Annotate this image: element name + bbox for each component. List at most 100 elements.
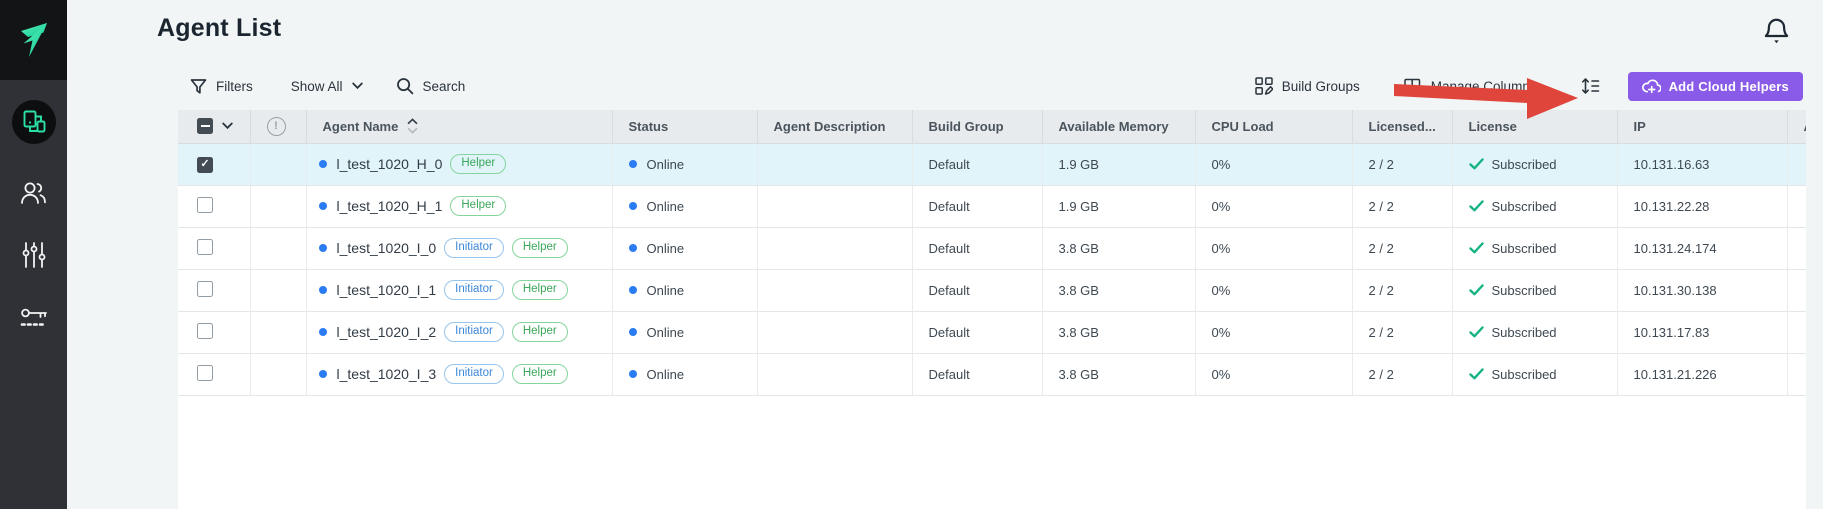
- agent-description: [757, 185, 912, 227]
- toolbar-left: Filters Show All Search: [190, 71, 465, 101]
- column-header-status: Status: [612, 110, 757, 143]
- row-checkbox[interactable]: [197, 197, 213, 213]
- agent-description: [757, 269, 912, 311]
- ip-address: 10.131.17.83: [1617, 311, 1787, 353]
- ip-address: 10.131.30.138: [1617, 269, 1787, 311]
- license-check-icon: [1469, 200, 1484, 212]
- agent-table: ! Agent Name Status Agent Description: [178, 110, 1806, 509]
- select-all-checkbox[interactable]: [197, 118, 213, 134]
- chevron-down-icon: [352, 82, 363, 90]
- key-icon: [19, 305, 49, 329]
- table-row[interactable]: l_test_1020_I_3 InitiatorHelper Online D…: [178, 353, 1806, 395]
- row-height-button[interactable]: [1581, 76, 1600, 96]
- cut-cell: [1787, 143, 1806, 185]
- sort-carets-icon: [407, 118, 418, 134]
- ip-address: 10.131.21.226: [1617, 353, 1787, 395]
- cpu-load: 0%: [1195, 353, 1352, 395]
- notifications-button[interactable]: [1763, 17, 1790, 51]
- info-cell: [250, 269, 306, 311]
- agent-dot-icon: [319, 202, 327, 210]
- info-cell: [250, 143, 306, 185]
- filters-button[interactable]: Filters: [190, 78, 253, 95]
- row-checkbox[interactable]: [197, 323, 213, 339]
- ip-address: 10.131.24.174: [1617, 227, 1787, 269]
- sliders-icon: [21, 241, 47, 269]
- agent-name: l_test_1020_H_0: [337, 156, 443, 172]
- agent-dot-icon: [319, 160, 327, 168]
- available-memory: 3.8 GB: [1042, 269, 1195, 311]
- status-dot-icon: [629, 244, 637, 252]
- licensed-count: 2 / 2: [1352, 227, 1452, 269]
- manage-columns-button[interactable]: Manage Columns: [1404, 77, 1537, 95]
- info-cell: [250, 311, 306, 353]
- build-group: Default: [912, 227, 1042, 269]
- table-row[interactable]: l_test_1020_I_1 InitiatorHelper Online D…: [178, 269, 1806, 311]
- status-dot-icon: [629, 160, 637, 168]
- sidebar-item-keys[interactable]: [0, 305, 67, 329]
- licensed-count: 2 / 2: [1352, 311, 1452, 353]
- status-text: Online: [647, 367, 685, 382]
- row-checkbox[interactable]: [197, 281, 213, 297]
- add-cloud-helpers-label: Add Cloud Helpers: [1669, 79, 1789, 94]
- agent-badges: InitiatorHelper: [436, 364, 568, 385]
- badge-initiator: Initiator: [444, 280, 504, 301]
- available-memory: 3.8 GB: [1042, 353, 1195, 395]
- active-indicator: [12, 100, 56, 144]
- column-header-cpu: CPU Load: [1195, 110, 1352, 143]
- license-text: Subscribed: [1492, 367, 1557, 382]
- table-row[interactable]: l_test_1020_I_0 InitiatorHelper Online D…: [178, 227, 1806, 269]
- licensed-count: 2 / 2: [1352, 185, 1452, 227]
- build-groups-button[interactable]: Build Groups: [1255, 77, 1360, 95]
- logo-icon: [16, 20, 52, 60]
- agent-dot-icon: [319, 244, 327, 252]
- sidebar-item-users[interactable]: [0, 180, 67, 205]
- info-cell: [250, 353, 306, 395]
- sidebar-item-agents[interactable]: [0, 80, 67, 144]
- search-label: Search: [423, 79, 466, 94]
- available-memory: 3.8 GB: [1042, 311, 1195, 353]
- show-all-dropdown[interactable]: Show All: [291, 79, 363, 94]
- app-logo[interactable]: [0, 0, 67, 80]
- build-group: Default: [912, 311, 1042, 353]
- column-header-build-group: Build Group: [912, 110, 1042, 143]
- search-button[interactable]: Search: [396, 77, 466, 95]
- license-text: Subscribed: [1492, 157, 1557, 172]
- column-header-memory: Available Memory: [1042, 110, 1195, 143]
- row-checkbox[interactable]: [197, 157, 213, 173]
- status-dot-icon: [629, 370, 637, 378]
- table-row[interactable]: l_test_1020_H_1 Helper Online Default 1.…: [178, 185, 1806, 227]
- agent-badges: InitiatorHelper: [436, 280, 568, 301]
- table-body: l_test_1020_H_0 Helper Online Default 1.…: [178, 143, 1806, 395]
- license-text: Subscribed: [1492, 241, 1557, 256]
- licensed-count: 2 / 2: [1352, 143, 1452, 185]
- badge-helper: Helper: [512, 322, 568, 343]
- build-group: Default: [912, 185, 1042, 227]
- table-row[interactable]: l_test_1020_H_0 Helper Online Default 1.…: [178, 143, 1806, 185]
- table-row[interactable]: l_test_1020_I_2 InitiatorHelper Online D…: [178, 311, 1806, 353]
- badge-initiator: Initiator: [444, 364, 504, 385]
- agents-machines-icon: [21, 109, 47, 135]
- toolbar-right: Build Groups Manage Columns Add Cloud He…: [1255, 71, 1803, 101]
- license-check-icon: [1469, 284, 1484, 296]
- agent-badges: Helper: [442, 196, 506, 217]
- select-menu-chevron-icon[interactable]: [222, 122, 233, 130]
- info-icon[interactable]: !: [267, 117, 286, 136]
- agent-dot-icon: [319, 328, 327, 336]
- cpu-load: 0%: [1195, 185, 1352, 227]
- row-checkbox[interactable]: [197, 365, 213, 381]
- agent-dot-icon: [319, 286, 327, 294]
- sidebar-item-settings[interactable]: [0, 241, 67, 269]
- users-icon: [19, 180, 48, 205]
- sort-control[interactable]: [407, 118, 418, 134]
- build-group: Default: [912, 143, 1042, 185]
- status-text: Online: [647, 199, 685, 214]
- manage-columns-icon: [1404, 77, 1422, 95]
- agent-badges: InitiatorHelper: [436, 322, 568, 343]
- row-height-icon: [1581, 76, 1600, 96]
- table-header-row: ! Agent Name Status Agent Description: [178, 110, 1806, 143]
- status-text: Online: [647, 157, 685, 172]
- agent-name: l_test_1020_I_3: [337, 366, 437, 382]
- license-check-icon: [1469, 326, 1484, 338]
- add-cloud-helpers-button[interactable]: Add Cloud Helpers: [1628, 72, 1803, 101]
- row-checkbox[interactable]: [197, 239, 213, 255]
